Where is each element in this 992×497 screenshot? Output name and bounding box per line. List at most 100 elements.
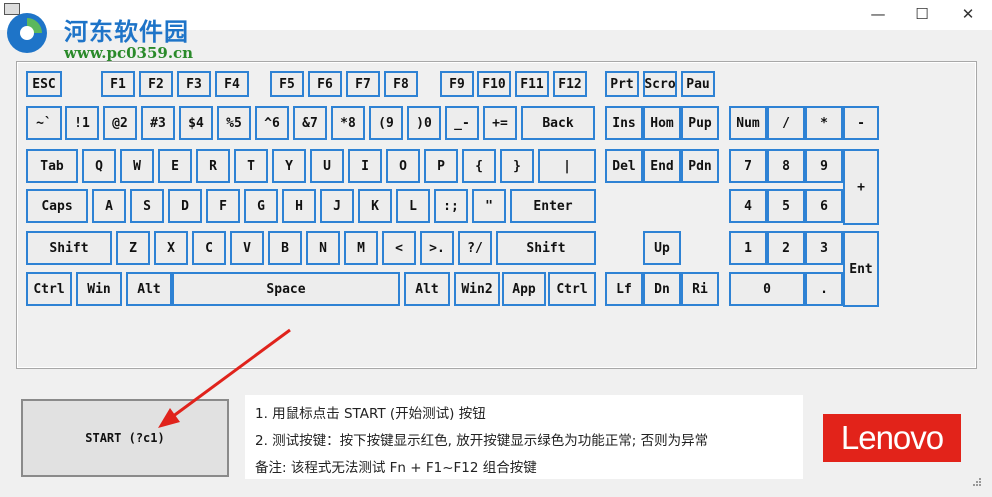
key-win[interactable]: Win: [76, 272, 122, 306]
key-pdn[interactable]: Pdn: [681, 149, 719, 183]
key-app[interactable]: App: [502, 272, 546, 306]
key-kp6[interactable]: 6: [805, 189, 843, 223]
key-ralt[interactable]: Alt: [404, 272, 450, 306]
key-w[interactable]: W: [120, 149, 154, 183]
key-ins[interactable]: Ins: [605, 106, 643, 140]
key-e[interactable]: E: [158, 149, 192, 183]
key-kp-sub[interactable]: -: [843, 106, 879, 140]
key-kp-mul[interactable]: *: [805, 106, 843, 140]
key-6[interactable]: ^6: [255, 106, 289, 140]
key-f4[interactable]: F4: [215, 71, 249, 97]
key-kp1[interactable]: 1: [729, 231, 767, 265]
key-f[interactable]: F: [206, 189, 240, 223]
key-s[interactable]: S: [130, 189, 164, 223]
key-f1[interactable]: F1: [101, 71, 135, 97]
key-y[interactable]: Y: [272, 149, 306, 183]
key-b[interactable]: B: [268, 231, 302, 265]
key-a[interactable]: A: [92, 189, 126, 223]
key-f12[interactable]: F12: [553, 71, 587, 97]
key-0[interactable]: )0: [407, 106, 441, 140]
key-period[interactable]: >.: [420, 231, 454, 265]
key-p[interactable]: P: [424, 149, 458, 183]
key-kp-div[interactable]: /: [767, 106, 805, 140]
key-kp-dot[interactable]: .: [805, 272, 843, 306]
key-up[interactable]: Up: [643, 231, 681, 265]
key-lshift[interactable]: Shift: [26, 231, 112, 265]
key-v[interactable]: V: [230, 231, 264, 265]
key-o[interactable]: O: [386, 149, 420, 183]
key-quote[interactable]: ": [472, 189, 506, 223]
key-8[interactable]: *8: [331, 106, 365, 140]
key-equal[interactable]: +=: [483, 106, 517, 140]
key-f2[interactable]: F2: [139, 71, 173, 97]
key-rshift[interactable]: Shift: [496, 231, 596, 265]
key-minus[interactable]: _-: [445, 106, 479, 140]
key-q[interactable]: Q: [82, 149, 116, 183]
key-tab[interactable]: Tab: [26, 149, 78, 183]
close-button[interactable]: ✕: [958, 4, 978, 24]
key-2[interactable]: @2: [103, 106, 137, 140]
key-i[interactable]: I: [348, 149, 382, 183]
key-tilde[interactable]: ~`: [26, 106, 62, 140]
key-4[interactable]: $4: [179, 106, 213, 140]
key-u[interactable]: U: [310, 149, 344, 183]
key-kp0[interactable]: 0: [729, 272, 805, 306]
key-l[interactable]: L: [396, 189, 430, 223]
key-del[interactable]: Del: [605, 149, 643, 183]
key-slash[interactable]: ?/: [458, 231, 492, 265]
key-5[interactable]: %5: [217, 106, 251, 140]
key-3[interactable]: #3: [141, 106, 175, 140]
key-t[interactable]: T: [234, 149, 268, 183]
key-space[interactable]: Space: [172, 272, 400, 306]
key-dn[interactable]: Dn: [643, 272, 681, 306]
key-caps[interactable]: Caps: [26, 189, 88, 223]
key-f3[interactable]: F3: [177, 71, 211, 97]
key-f11[interactable]: F11: [515, 71, 549, 97]
key-9[interactable]: (9: [369, 106, 403, 140]
maximize-button[interactable]: ☐: [912, 4, 932, 24]
key-x[interactable]: X: [154, 231, 188, 265]
key-k[interactable]: K: [358, 189, 392, 223]
key-semi[interactable]: :;: [434, 189, 468, 223]
key-esc[interactable]: ESC: [26, 71, 62, 97]
key-prt[interactable]: Prt: [605, 71, 639, 97]
key-enter[interactable]: Enter: [510, 189, 596, 223]
key-end[interactable]: End: [643, 149, 681, 183]
key-kp9[interactable]: 9: [805, 149, 843, 183]
key-f10[interactable]: F10: [477, 71, 511, 97]
key-scro[interactable]: Scro: [643, 71, 677, 97]
key-1[interactable]: !1: [65, 106, 99, 140]
key-rctrl[interactable]: Ctrl: [548, 272, 596, 306]
key-f6[interactable]: F6: [308, 71, 342, 97]
key-m[interactable]: M: [344, 231, 378, 265]
key-n[interactable]: N: [306, 231, 340, 265]
key-kp2[interactable]: 2: [767, 231, 805, 265]
key-num[interactable]: Num: [729, 106, 767, 140]
key-kp3[interactable]: 3: [805, 231, 843, 265]
key-f8[interactable]: F8: [384, 71, 418, 97]
key-f5[interactable]: F5: [270, 71, 304, 97]
key-back[interactable]: Back: [521, 106, 595, 140]
key-rbrace[interactable]: }: [500, 149, 534, 183]
key-g[interactable]: G: [244, 189, 278, 223]
key-f7[interactable]: F7: [346, 71, 380, 97]
key-j[interactable]: J: [320, 189, 354, 223]
key-7[interactable]: &7: [293, 106, 327, 140]
key-lalt[interactable]: Alt: [126, 272, 172, 306]
key-d[interactable]: D: [168, 189, 202, 223]
key-kp5[interactable]: 5: [767, 189, 805, 223]
resize-grip-icon[interactable]: [972, 477, 982, 487]
key-hom[interactable]: Hom: [643, 106, 681, 140]
key-comma[interactable]: <: [382, 231, 416, 265]
key-r[interactable]: R: [196, 149, 230, 183]
key-pipe[interactable]: |: [538, 149, 596, 183]
key-lf[interactable]: Lf: [605, 272, 643, 306]
key-pup[interactable]: Pup: [681, 106, 719, 140]
key-ri[interactable]: Ri: [681, 272, 719, 306]
key-win2[interactable]: Win2: [454, 272, 500, 306]
key-c[interactable]: C: [192, 231, 226, 265]
key-kp-add[interactable]: +: [843, 149, 879, 225]
key-kp8[interactable]: 8: [767, 149, 805, 183]
key-kp-ent[interactable]: Ent: [843, 231, 879, 307]
key-z[interactable]: Z: [116, 231, 150, 265]
